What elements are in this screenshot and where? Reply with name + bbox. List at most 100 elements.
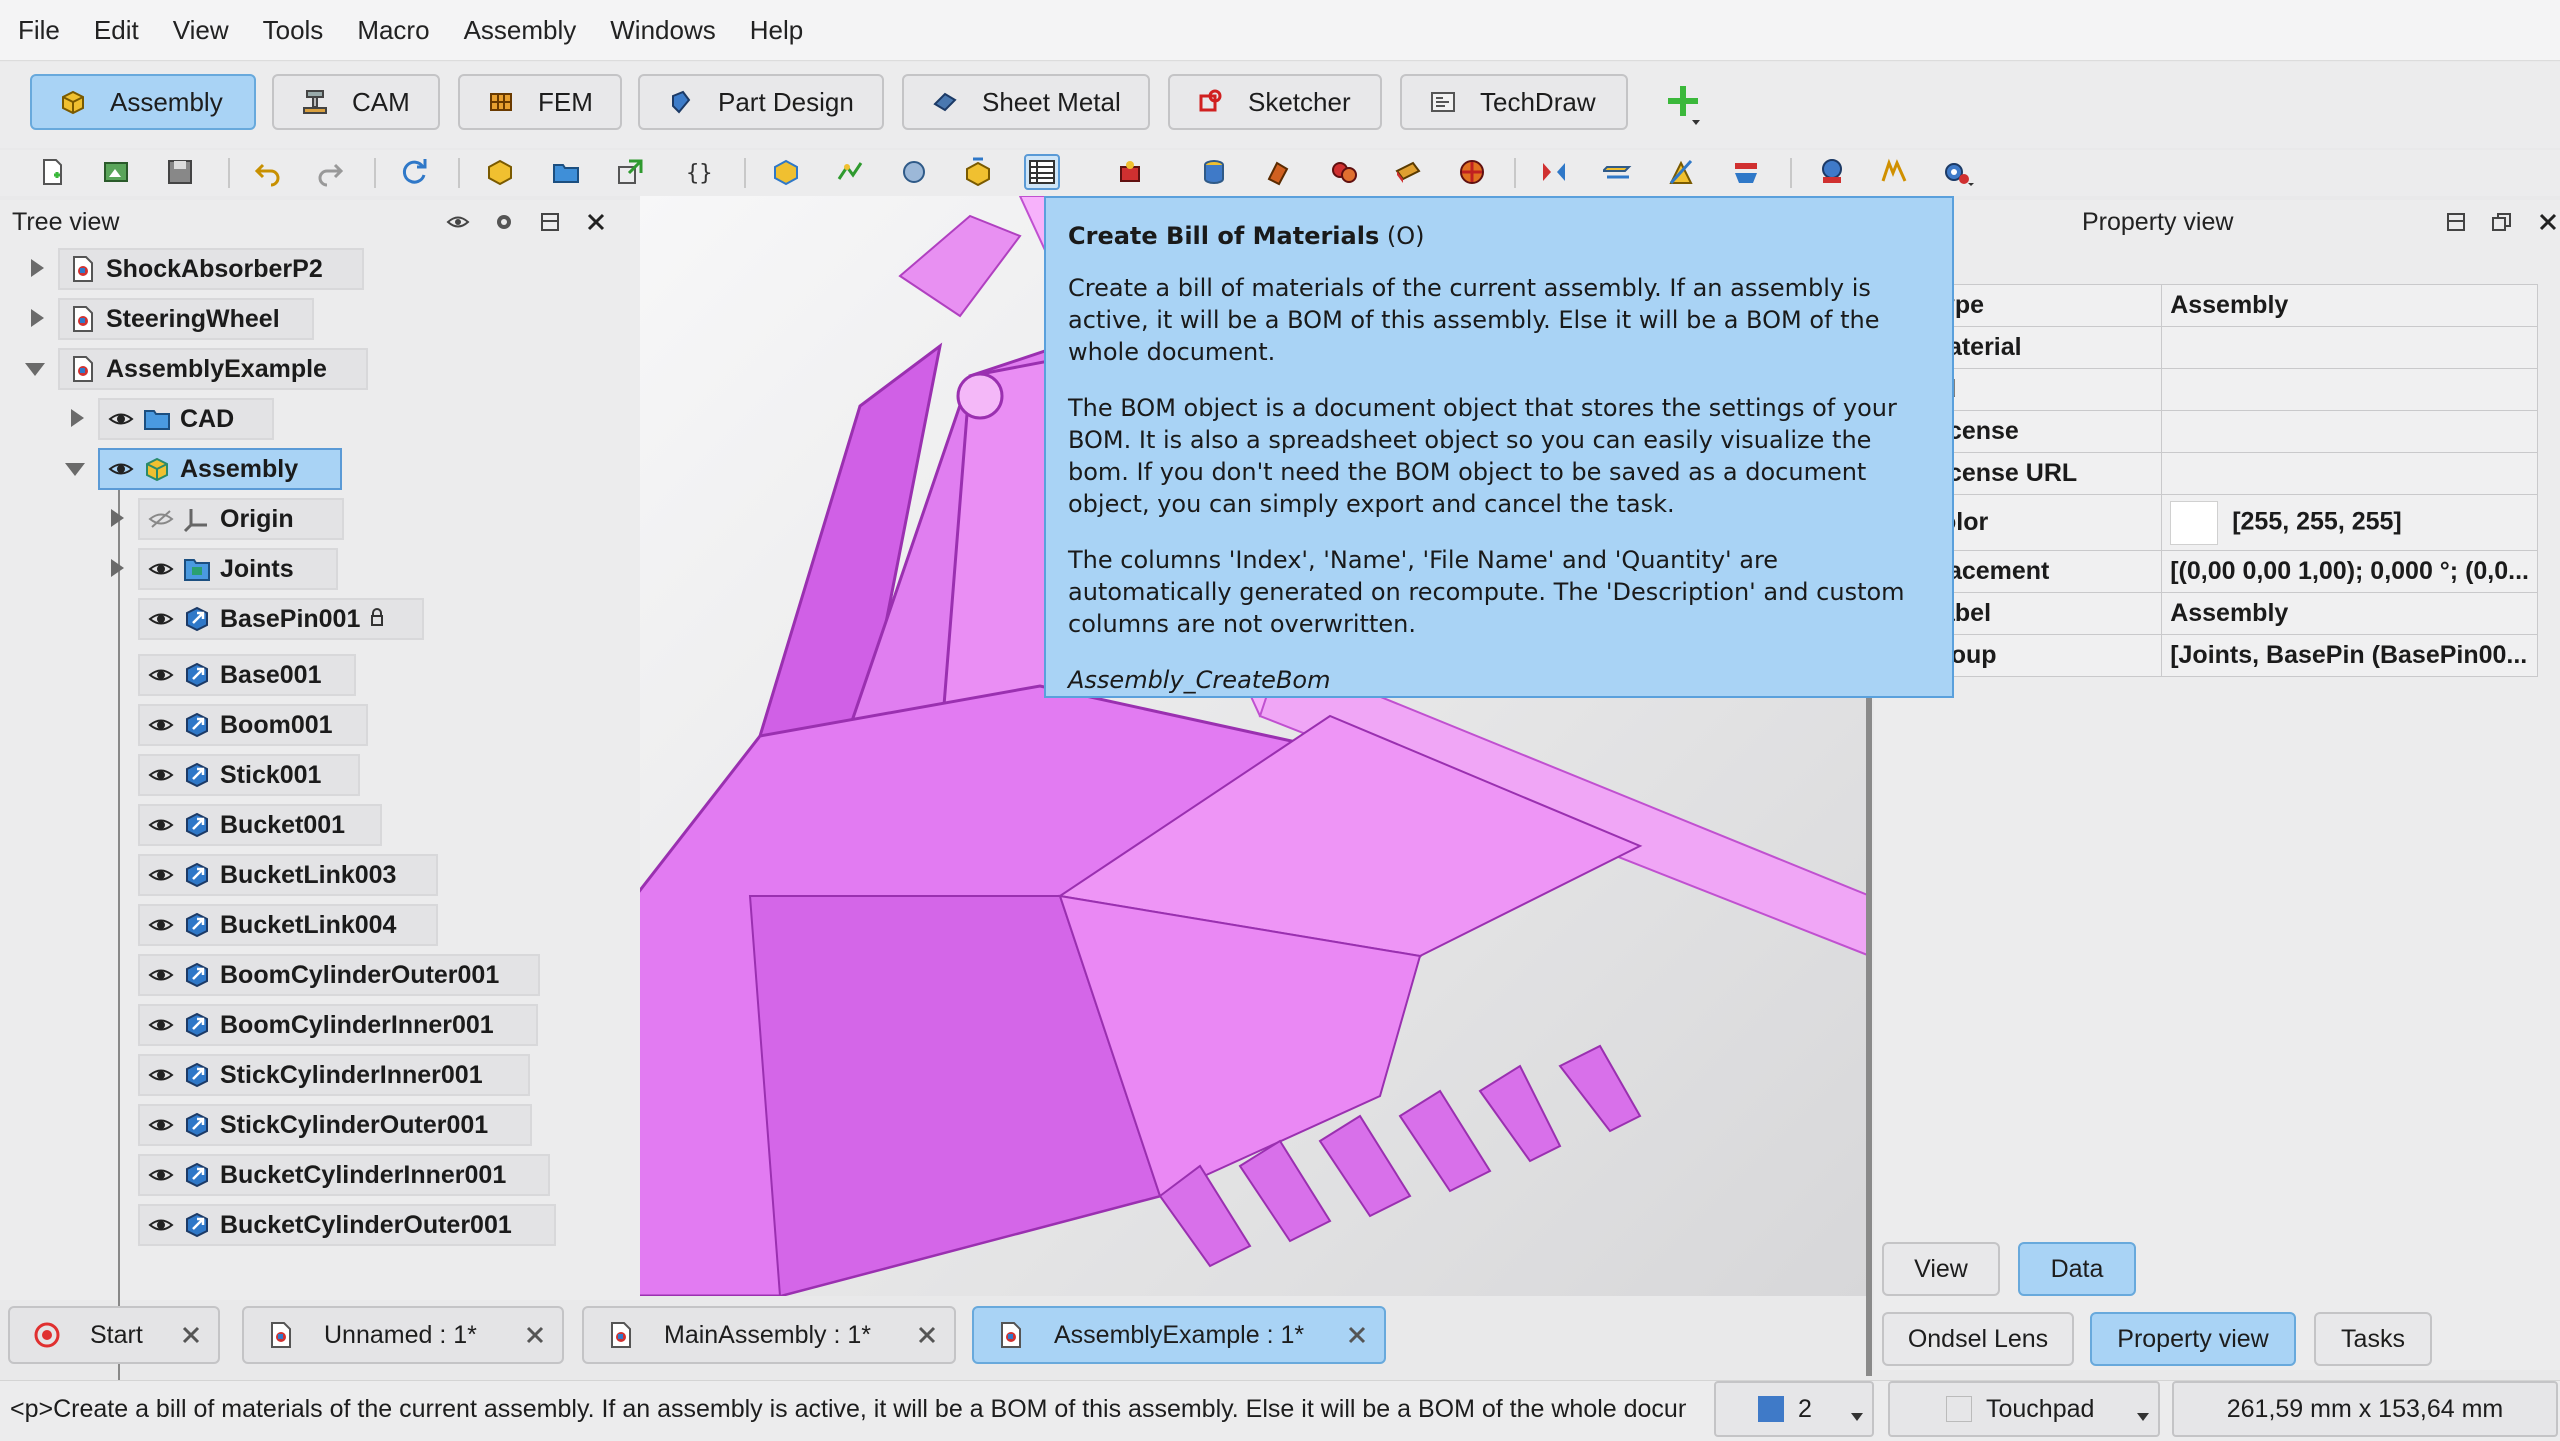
cylindrical-joint-icon[interactable] <box>1196 154 1232 190</box>
visibility-eye-icon[interactable] <box>148 862 174 888</box>
property-value[interactable] <box>2161 326 2538 369</box>
part-icon[interactable] <box>482 154 518 190</box>
undo-icon[interactable] <box>250 154 286 190</box>
property-row[interactable]: abel Assembly <box>1931 592 2538 635</box>
visibility-eye-icon[interactable] <box>108 406 134 432</box>
visibility-eye-icon[interactable] <box>148 556 174 582</box>
tree-item-link[interactable]: StickCylinderOuter001 <box>138 1104 532 1146</box>
menu-help[interactable]: Help <box>732 15 819 46</box>
page-count-selector[interactable]: 2 <box>1714 1381 1874 1437</box>
tree-item-link[interactable]: BucketLink003 <box>138 854 438 896</box>
menu-edit[interactable]: Edit <box>76 15 155 46</box>
workbench-fem-button[interactable]: FEM <box>458 74 622 130</box>
tree-item-document[interactable]: ShockAbsorberP2 <box>58 248 364 290</box>
solve-assembly-icon[interactable] <box>832 154 868 190</box>
property-value[interactable] <box>2161 452 2538 495</box>
preferences-gear-icon[interactable] <box>1940 154 1976 190</box>
workbench-sheet-metal-button[interactable]: Sheet Metal <box>902 74 1150 130</box>
workbench-part-design-button[interactable]: Part Design <box>638 74 884 130</box>
close-icon[interactable] <box>522 1322 548 1348</box>
tree-item-document[interactable]: AssemblyExample <box>58 348 368 390</box>
rack-pinion-icon[interactable] <box>1728 154 1764 190</box>
gear-icon[interactable] <box>490 208 518 236</box>
tree-item-link[interactable]: BucketCylinderOuter001 <box>138 1204 556 1246</box>
property-value[interactable]: [(0,00 0,00 1,00); 0,000 °; (0,0... <box>2161 550 2538 593</box>
tree-item-link[interactable]: StickCylinderInner001 <box>138 1054 530 1096</box>
fixed-joint-icon[interactable] <box>1112 154 1148 190</box>
visibility-eye-icon[interactable] <box>148 1112 174 1138</box>
tree-item-link[interactable]: Bucket001 <box>138 804 382 846</box>
property-row[interactable]: lacement [(0,00 0,00 1,00); 0,000 °; (0,0… <box>1931 550 2538 593</box>
property-row[interactable]: roup [Joints, BasePin (BasePin00... <box>1931 634 2538 677</box>
visibility-eye-icon[interactable] <box>148 1212 174 1238</box>
perpendicular-joint-icon[interactable] <box>1600 154 1636 190</box>
navigation-style-selector[interactable]: Touchpad <box>1888 1381 2160 1437</box>
open-document-icon[interactable] <box>98 154 134 190</box>
expand-arrow-icon[interactable] <box>26 257 48 279</box>
data-tab-button[interactable]: Data <box>2018 1242 2136 1296</box>
create-simulation-icon[interactable] <box>960 154 996 190</box>
tree-item-link[interactable]: BasePin001 <box>138 598 424 640</box>
visibility-eye-icon[interactable] <box>148 1162 174 1188</box>
workbench-sketcher-button[interactable]: Sketcher <box>1168 74 1382 130</box>
property-row[interactable]: olor [255, 255, 255] <box>1931 494 2538 551</box>
save-icon[interactable] <box>162 154 198 190</box>
create-bom-icon[interactable] <box>1024 154 1060 190</box>
property-value[interactable]: Assembly <box>2161 284 2538 327</box>
ondsel-lens-tab[interactable]: Ondsel Lens <box>1882 1312 2074 1366</box>
tree-item-document[interactable]: SteeringWheel <box>58 298 314 340</box>
color-swatch[interactable] <box>2170 500 2219 545</box>
visibility-eye-icon[interactable] <box>148 662 174 688</box>
menu-macro[interactable]: Macro <box>339 15 445 46</box>
collapse-arrow-icon[interactable] <box>64 458 86 480</box>
tree-item-link[interactable]: Base001 <box>138 654 356 696</box>
hidden-eye-icon[interactable] <box>148 506 174 532</box>
workbench-techdraw-button[interactable]: TechDraw <box>1400 74 1628 130</box>
property-row[interactable]: icense <box>1931 410 2538 453</box>
property-row[interactable]: ype Assembly <box>1931 284 2538 327</box>
doc-tab-start[interactable]: Start <box>8 1306 220 1364</box>
close-icon[interactable] <box>582 208 610 236</box>
visibility-eye-icon[interactable] <box>148 962 174 988</box>
property-row[interactable]: d <box>1931 368 2538 411</box>
link-actions-icon[interactable] <box>612 154 648 190</box>
screw-joint-icon[interactable] <box>1814 154 1850 190</box>
close-icon[interactable] <box>2534 208 2560 236</box>
visibility-eye-icon[interactable] <box>148 762 174 788</box>
close-icon[interactable] <box>1344 1322 1370 1348</box>
tasks-tab[interactable]: Tasks <box>2314 1312 2432 1366</box>
close-icon[interactable] <box>914 1322 940 1348</box>
property-value[interactable]: Assembly <box>2161 592 2538 635</box>
tree-item-link[interactable]: BucketLink004 <box>138 904 438 946</box>
tree-item-link[interactable]: Boom001 <box>138 704 368 746</box>
visibility-eye-icon[interactable] <box>148 1062 174 1088</box>
expand-arrow-icon[interactable] <box>106 557 128 579</box>
view-tab-button[interactable]: View <box>1882 1242 2000 1296</box>
new-document-icon[interactable] <box>34 154 70 190</box>
collapse-arrow-icon[interactable] <box>24 358 46 380</box>
visibility-eye-icon[interactable] <box>108 456 134 482</box>
redo-icon[interactable] <box>312 154 348 190</box>
menu-assembly[interactable]: Assembly <box>446 15 593 46</box>
expand-arrow-icon[interactable] <box>106 507 128 529</box>
property-value[interactable]: [Joints, BasePin (BasePin00... <box>2161 634 2538 677</box>
braces-icon[interactable]: {} <box>680 154 716 190</box>
workbench-assembly-button[interactable]: Assembly <box>30 74 256 130</box>
property-view-tab[interactable]: Property view <box>2090 1312 2296 1366</box>
eye-icon[interactable] <box>444 208 472 236</box>
property-row[interactable]: laterial <box>1931 326 2538 369</box>
tree-item-joints[interactable]: Joints <box>138 548 338 590</box>
tree-item-link[interactable]: BoomCylinderInner001 <box>138 1004 538 1046</box>
visibility-eye-icon[interactable] <box>148 912 174 938</box>
parallel-joint-icon[interactable] <box>1536 154 1572 190</box>
ball-joint-icon[interactable] <box>1390 154 1426 190</box>
explode-icon[interactable] <box>896 154 932 190</box>
tree-item-origin[interactable]: Origin <box>138 498 344 540</box>
slider-joint-icon[interactable] <box>1326 154 1362 190</box>
group-folder-icon[interactable] <box>548 154 584 190</box>
angle-joint-icon[interactable] <box>1664 154 1700 190</box>
distance-joint-icon[interactable] <box>1454 154 1490 190</box>
menu-tools[interactable]: Tools <box>245 15 340 46</box>
property-value[interactable] <box>2161 410 2538 453</box>
visibility-eye-icon[interactable] <box>148 606 174 632</box>
